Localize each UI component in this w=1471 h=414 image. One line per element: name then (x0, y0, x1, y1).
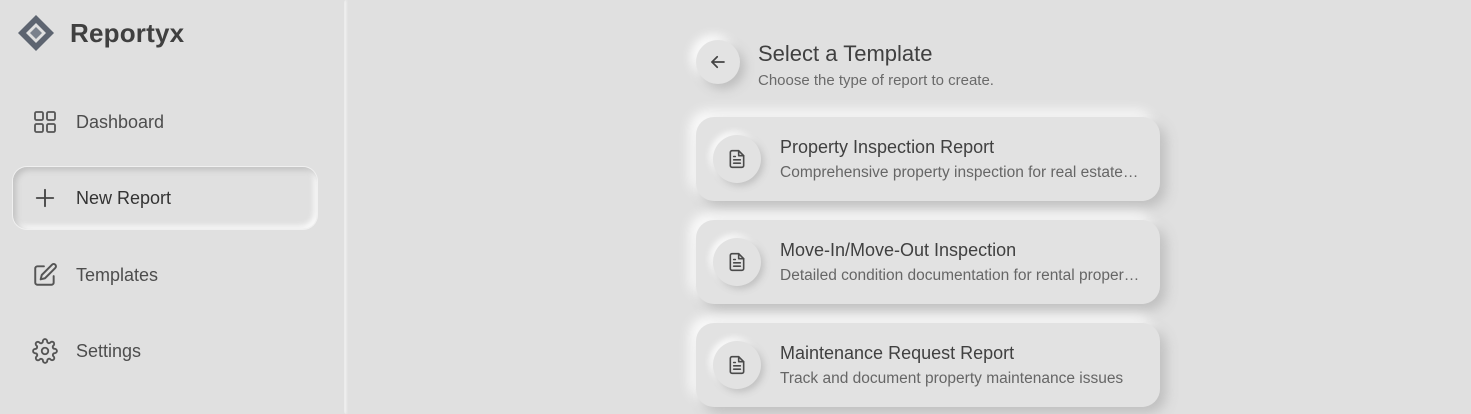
document-icon (713, 135, 761, 183)
card-text: Maintenance Request Report Track and doc… (780, 343, 1152, 388)
page-header: Select a Template Choose the type of rep… (696, 40, 994, 89)
card-description: Comprehensive property inspection for re… (780, 163, 1142, 181)
app: Reportyx Dashboard New Report Templates … (0, 0, 1471, 414)
sidebar-item-label: Dashboard (76, 111, 165, 132)
page-subtitle: Choose the type of report to create. (758, 72, 994, 89)
gear-icon (31, 337, 59, 365)
sidebar: Reportyx Dashboard New Report Templates … (0, 0, 344, 414)
card-text: Property Inspection Report Comprehensive… (780, 137, 1152, 182)
template-card-property-inspection[interactable]: Property Inspection Report Comprehensive… (696, 117, 1160, 201)
sidebar-item-label: Settings (76, 340, 142, 361)
card-description: Detailed condition documentation for ren… (780, 266, 1142, 284)
edit-icon (31, 261, 59, 289)
sidebar-item-label: Templates (76, 264, 159, 285)
card-text: Move-In/Move-Out Inspection Detailed con… (780, 240, 1152, 285)
page-title: Select a Template (758, 41, 933, 66)
sidebar-item-new-report[interactable]: New Report (13, 167, 317, 229)
sidebar-item-label: New Report (76, 187, 172, 208)
grid-icon (31, 108, 59, 136)
diamond-logo-icon (16, 13, 56, 53)
document-icon (713, 341, 761, 389)
arrow-left-icon (709, 53, 727, 71)
card-title: Maintenance Request Report (780, 342, 1015, 363)
template-card-move-in-out[interactable]: Move-In/Move-Out Inspection Detailed con… (696, 220, 1160, 304)
brand-name: Reportyx (70, 17, 185, 48)
sidebar-item-settings[interactable]: Settings (13, 320, 317, 382)
document-icon (713, 238, 761, 286)
card-description: Track and document property maintenance … (780, 369, 1124, 387)
brand[interactable]: Reportyx (16, 12, 184, 54)
sidebar-item-templates[interactable]: Templates (13, 244, 317, 306)
plus-icon (31, 184, 59, 212)
header-text: Select a Template Choose the type of rep… (758, 41, 994, 89)
template-card-maintenance-request[interactable]: Maintenance Request Report Track and doc… (696, 323, 1160, 407)
sidebar-item-dashboard[interactable]: Dashboard (13, 91, 317, 153)
card-title: Move-In/Move-Out Inspection (780, 239, 1017, 260)
card-title: Property Inspection Report (780, 136, 995, 157)
back-button[interactable] (696, 40, 740, 84)
